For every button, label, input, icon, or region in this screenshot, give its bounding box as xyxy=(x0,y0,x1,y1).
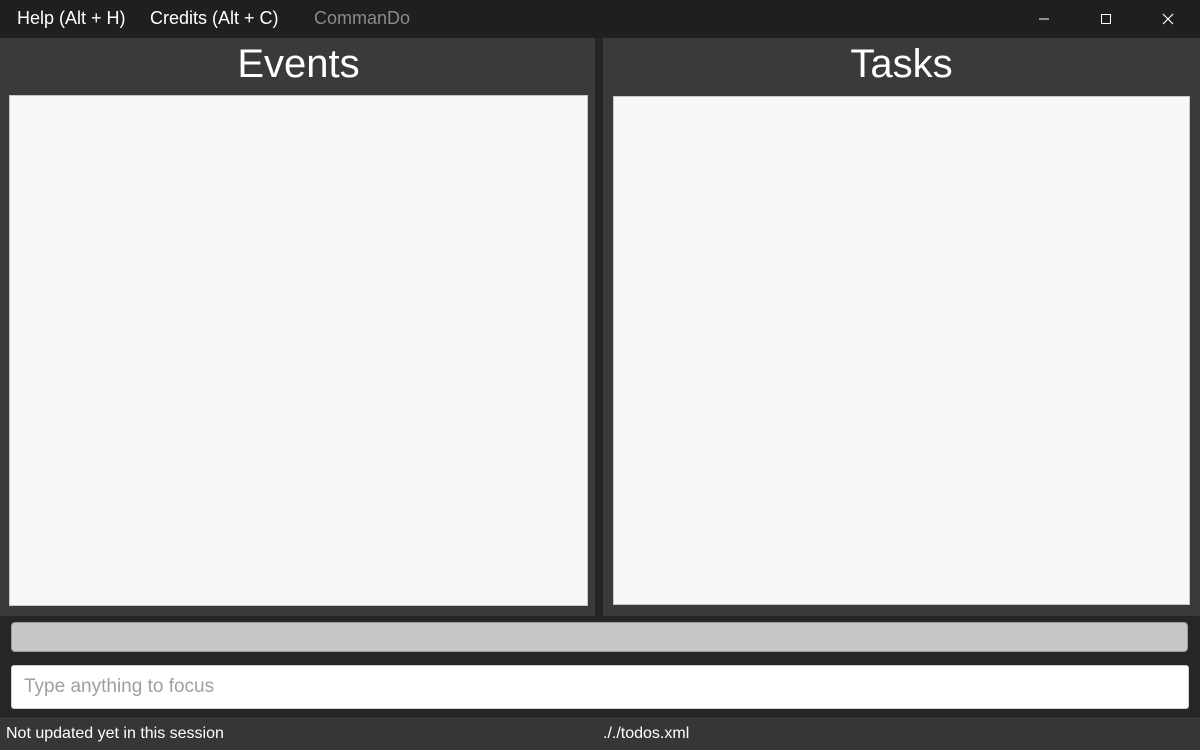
sync-status: Not updated yet in this session xyxy=(6,725,224,742)
minimize-button[interactable] xyxy=(1013,0,1075,38)
command-input[interactable] xyxy=(11,665,1189,709)
title-bar: Help (Alt + H) Credits (Alt + C) CommanD… xyxy=(0,0,1200,38)
split-divider[interactable] xyxy=(595,38,603,616)
events-title: Events xyxy=(237,42,360,86)
credits-menu[interactable]: Credits (Alt + C) xyxy=(150,8,279,29)
save-location: ././todos.xml xyxy=(603,725,690,742)
window-title: CommanDo xyxy=(314,8,411,28)
tasks-title: Tasks xyxy=(850,42,953,86)
help-menu[interactable]: Help (Alt + H) xyxy=(17,8,126,29)
tasks-list[interactable] xyxy=(613,96,1190,605)
minimize-icon xyxy=(1039,18,1049,20)
close-icon xyxy=(1162,13,1174,25)
events-list[interactable] xyxy=(9,95,588,606)
status-bar: Not updated yet in this session ././todo… xyxy=(0,716,1200,750)
maximize-icon xyxy=(1101,14,1111,24)
close-button[interactable] xyxy=(1137,0,1199,38)
result-display xyxy=(11,622,1188,652)
maximize-button[interactable] xyxy=(1075,0,1137,38)
